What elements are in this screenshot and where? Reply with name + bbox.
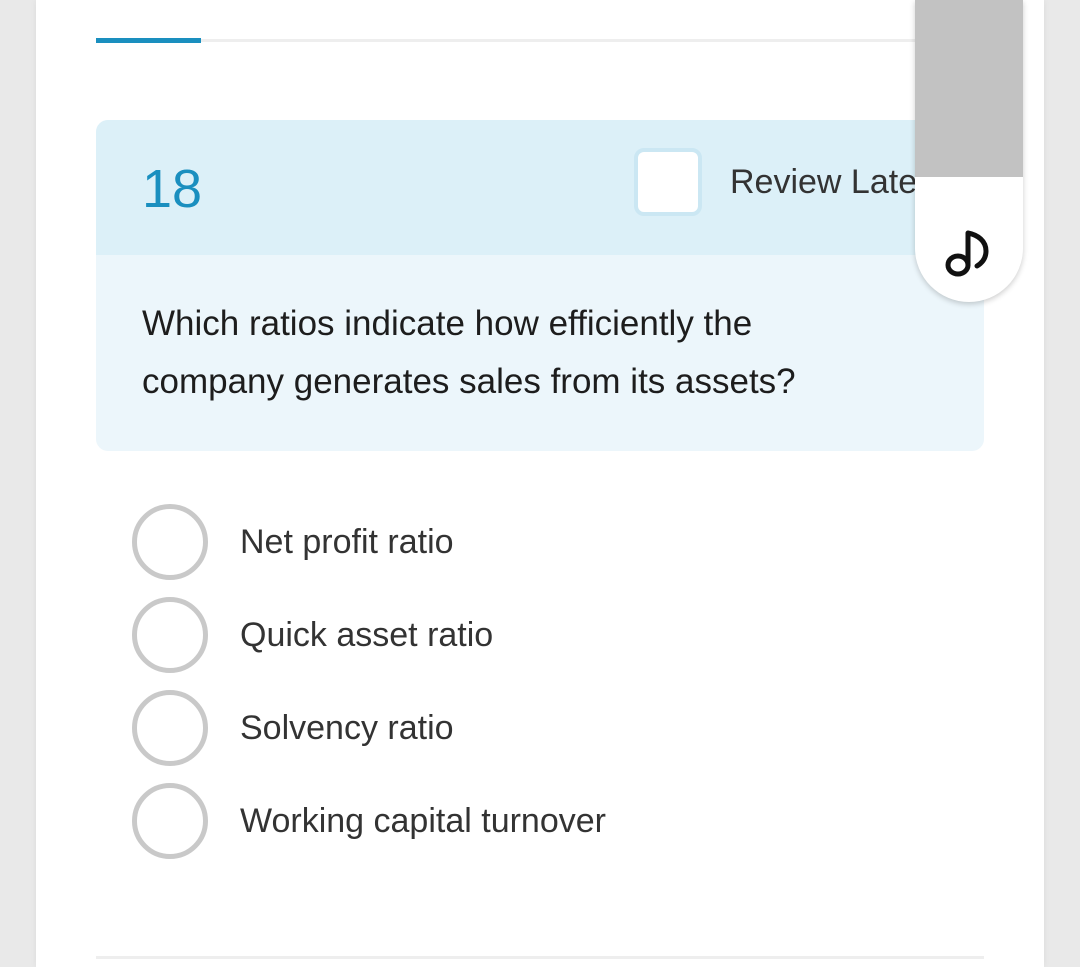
progress-bar-fill xyxy=(96,38,201,43)
radio-button[interactable] xyxy=(132,504,208,580)
answer-option[interactable]: Quick asset ratio xyxy=(132,597,932,690)
answer-options: Net profit ratio Quick asset ratio Solve… xyxy=(132,504,932,876)
radio-button[interactable] xyxy=(132,690,208,766)
question-text: Which ratios indicate how efficiently th… xyxy=(142,304,796,401)
answer-option-label[interactable]: Working capital turnover xyxy=(240,799,606,843)
scrollbar-thumb[interactable] xyxy=(915,0,1023,177)
answer-option[interactable]: Working capital turnover xyxy=(132,783,932,876)
scrollbar[interactable] xyxy=(915,0,1023,302)
answer-option[interactable]: Net profit ratio xyxy=(132,504,932,597)
music-note-icon[interactable] xyxy=(944,225,994,281)
answer-option[interactable]: Solvency ratio xyxy=(132,690,932,783)
review-later-checkbox[interactable] xyxy=(634,148,702,216)
radio-button[interactable] xyxy=(132,783,208,859)
answer-option-label[interactable]: Solvency ratio xyxy=(240,706,454,750)
question-header: 18 Review Late xyxy=(96,120,984,255)
radio-button[interactable] xyxy=(132,597,208,673)
progress-bar xyxy=(96,38,984,43)
divider xyxy=(96,956,984,959)
review-later-label[interactable]: Review Late xyxy=(730,160,917,204)
answer-option-label[interactable]: Net profit ratio xyxy=(240,520,454,564)
quiz-card: 18 Review Late Which ratios indicate how… xyxy=(36,0,1044,967)
answer-option-label[interactable]: Quick asset ratio xyxy=(240,613,493,657)
question-panel: 18 Review Late Which ratios indicate how… xyxy=(96,120,984,451)
question-number: 18 xyxy=(142,159,203,219)
